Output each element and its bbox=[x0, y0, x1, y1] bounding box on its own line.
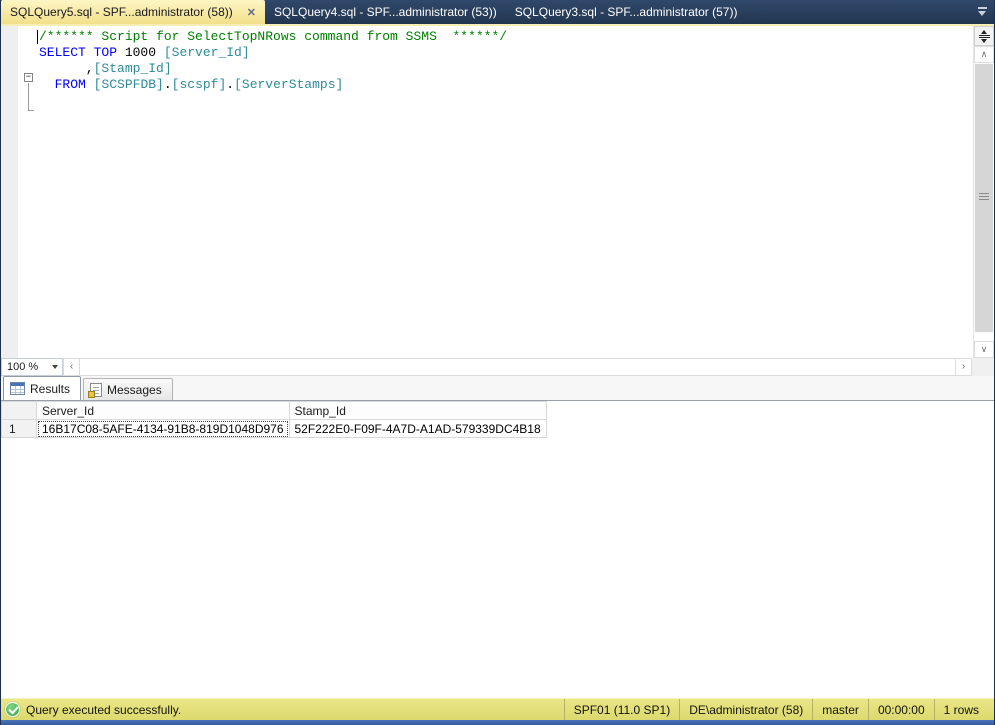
results-grid: Server_Id Stamp_Id 1 16B17C08-5AFE-4134-91B… bbox=[1, 401, 547, 438]
editor-bottom-bar: 100 % ‹ › bbox=[1, 358, 994, 376]
document-tab[interactable]: SQLQuery4.sql - SPF...administrator (53)… bbox=[265, 0, 506, 24]
document-tab-label: SQLQuery5.sql - SPF...administrator (58)… bbox=[10, 5, 233, 19]
split-window-handle[interactable] bbox=[974, 26, 994, 46]
code-segment-plain: . bbox=[226, 77, 235, 92]
status-item: 1 rows bbox=[933, 699, 988, 720]
tab-messages[interactable]: Messages bbox=[83, 378, 173, 400]
scroll-up-button[interactable]: ∧ bbox=[974, 46, 994, 63]
code-segment-identifier: [SCSPFDB] bbox=[93, 77, 164, 92]
thumb-grip-icon bbox=[979, 193, 989, 202]
results-grid-icon bbox=[10, 382, 25, 395]
query-editor: − /****** Script for SelectTopNRows comm… bbox=[1, 26, 994, 358]
zoom-level-value: 100 % bbox=[7, 361, 39, 373]
status-item: DE\administrator (58) bbox=[679, 699, 812, 720]
grid-corner-cell[interactable] bbox=[1, 401, 37, 420]
code-segment-identifier: [Stamp_Id] bbox=[93, 61, 172, 76]
code-segment-plain: 1000 bbox=[117, 45, 164, 60]
results-tab-bar: Results Messages bbox=[1, 376, 994, 400]
editor-gutter bbox=[1, 26, 18, 358]
code-segment-comment: /****** Script for SelectTopNRows comman… bbox=[39, 29, 508, 44]
editor-right-rail: ∧ ∨ bbox=[973, 26, 994, 358]
status-right-group: SPF01 (11.0 SP1) DE\administrator (58) mas… bbox=[563, 699, 988, 720]
outline-tick bbox=[28, 110, 34, 111]
results-panel: Server_Id Stamp_Id 1 16B17C08-5AFE-4134-91B… bbox=[1, 400, 994, 698]
vertical-scrollbar-thumb[interactable] bbox=[975, 64, 993, 332]
document-tab-label: SQLQuery3.sql - SPF...administrator (57)… bbox=[514, 5, 738, 19]
status-item: SPF01 (11.0 SP1) bbox=[563, 699, 680, 720]
window-bottom-border bbox=[1, 720, 994, 725]
code-segment-plain bbox=[86, 77, 94, 92]
code-segment-keyword: FROM bbox=[54, 77, 86, 92]
collapse-region-icon[interactable]: − bbox=[24, 73, 33, 82]
code-segment-plain: , bbox=[39, 61, 94, 76]
tab-results[interactable]: Results bbox=[3, 376, 82, 400]
horizontal-scrollbar[interactable]: ‹ › bbox=[63, 358, 972, 376]
status-item: 00:00:00 bbox=[867, 699, 934, 720]
code-segment-keyword: SELECT bbox=[39, 45, 86, 60]
grid-header-row: Server_Id Stamp_Id bbox=[1, 401, 547, 420]
code-line: SELECT TOP 1000 [Server_Id] bbox=[39, 45, 507, 61]
results-tab-label: Messages bbox=[107, 382, 162, 397]
status-bar: Query executed successfully. SPF01 (11.0… bbox=[1, 698, 994, 720]
document-tab[interactable]: SQLQuery3.sql - SPF...administrator (57)… bbox=[506, 0, 747, 24]
code-segment-plain bbox=[39, 77, 55, 92]
scroll-right-button[interactable]: › bbox=[955, 358, 972, 376]
status-item: master bbox=[812, 699, 868, 720]
code-segment-identifier: [scspf] bbox=[171, 77, 227, 92]
close-tab-icon[interactable]: ✕ bbox=[247, 6, 256, 19]
code-segment-identifier: [Server_Id] bbox=[163, 45, 250, 60]
column-header-server_id[interactable]: Server_Id bbox=[36, 401, 290, 420]
scroll-down-button[interactable]: ∨ bbox=[974, 341, 994, 358]
zoom-level-dropdown[interactable]: 100 % bbox=[1, 358, 63, 376]
tab-list-dropdown-icon[interactable] bbox=[976, 7, 988, 17]
code-line: /****** Script for SelectTopNRows comman… bbox=[39, 29, 507, 45]
document-tab-bar: SQLQuery5.sql - SPF...administrator (58)… bbox=[1, 0, 994, 26]
code-line: FROM [SCSPFDB].[scspf].[ServerStamps] bbox=[39, 77, 507, 93]
document-tab[interactable]: SQLQuery5.sql - SPF...administrator (58)… bbox=[1, 0, 265, 24]
vertical-scrollbar-track[interactable] bbox=[974, 333, 994, 341]
document-tab-label: SQLQuery4.sql - SPF...administrator (53)… bbox=[273, 5, 497, 19]
grid-data-row: 1 16B17C08-5AFE-4134-91B8-819D1048D976 52F… bbox=[1, 419, 547, 438]
code-segment-identifier: [ServerStamps] bbox=[234, 77, 344, 92]
code-segment-plain bbox=[86, 45, 94, 60]
code-line: ,[Stamp_Id] bbox=[39, 61, 507, 77]
horizontal-scrollbar-track[interactable] bbox=[80, 358, 955, 376]
scroll-left-button[interactable]: ‹ bbox=[63, 358, 80, 376]
grid-cell[interactable]: 52F222E0-F09F-4A7D-A1AD-579339DC4B18 bbox=[288, 419, 547, 438]
ssms-window: SQLQuery5.sql - SPF...administrator (58)… bbox=[0, 0, 995, 725]
success-check-icon bbox=[5, 702, 20, 717]
code-segment-keyword: TOP bbox=[93, 45, 118, 60]
chevron-down-icon bbox=[52, 365, 58, 369]
code-surface[interactable]: − /****** Script for SelectTopNRows comm… bbox=[1, 26, 973, 358]
outline-line bbox=[28, 83, 29, 110]
vertical-scrollbar[interactable]: ∧ ∨ bbox=[974, 46, 994, 358]
code-area: /****** Script for SelectTopNRows comman… bbox=[39, 29, 507, 93]
status-message: Query executed successfully. bbox=[26, 702, 182, 717]
text-caret bbox=[37, 30, 38, 44]
messages-doc-icon bbox=[88, 382, 103, 398]
grid-cell[interactable]: 16B17C08-5AFE-4134-91B8-819D1048D976 bbox=[36, 419, 290, 438]
row-number-cell[interactable]: 1 bbox=[1, 419, 37, 438]
scrollbar-corner bbox=[972, 358, 994, 376]
code-segment-plain: . bbox=[163, 77, 172, 92]
column-header-stamp_id[interactable]: Stamp_Id bbox=[288, 401, 547, 420]
results-tab-label: Results bbox=[30, 381, 71, 396]
